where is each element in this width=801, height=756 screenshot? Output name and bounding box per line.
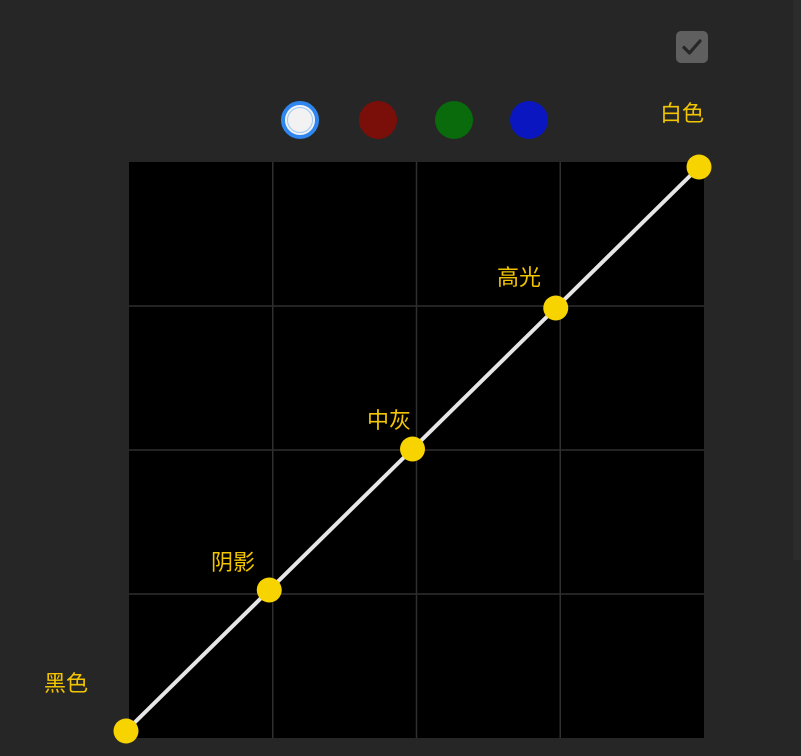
point-label-highlights: 高光 [497,266,542,291]
point-label-shadows: 阴影 [211,551,256,576]
curve-point-white[interactable] [686,154,712,180]
curves-panel: 白色 高光 中灰 阴影 黑色 [0,0,801,756]
curve-point-shadows[interactable] [256,577,282,603]
curve-point-midtones[interactable] [400,436,425,462]
point-label-white: 白色 [660,102,705,127]
curve-point-black[interactable] [113,718,139,744]
point-label-midtones: 中灰 [367,409,412,434]
point-label-black: 黑色 [44,672,89,697]
curve-point-highlights[interactable] [543,295,569,321]
